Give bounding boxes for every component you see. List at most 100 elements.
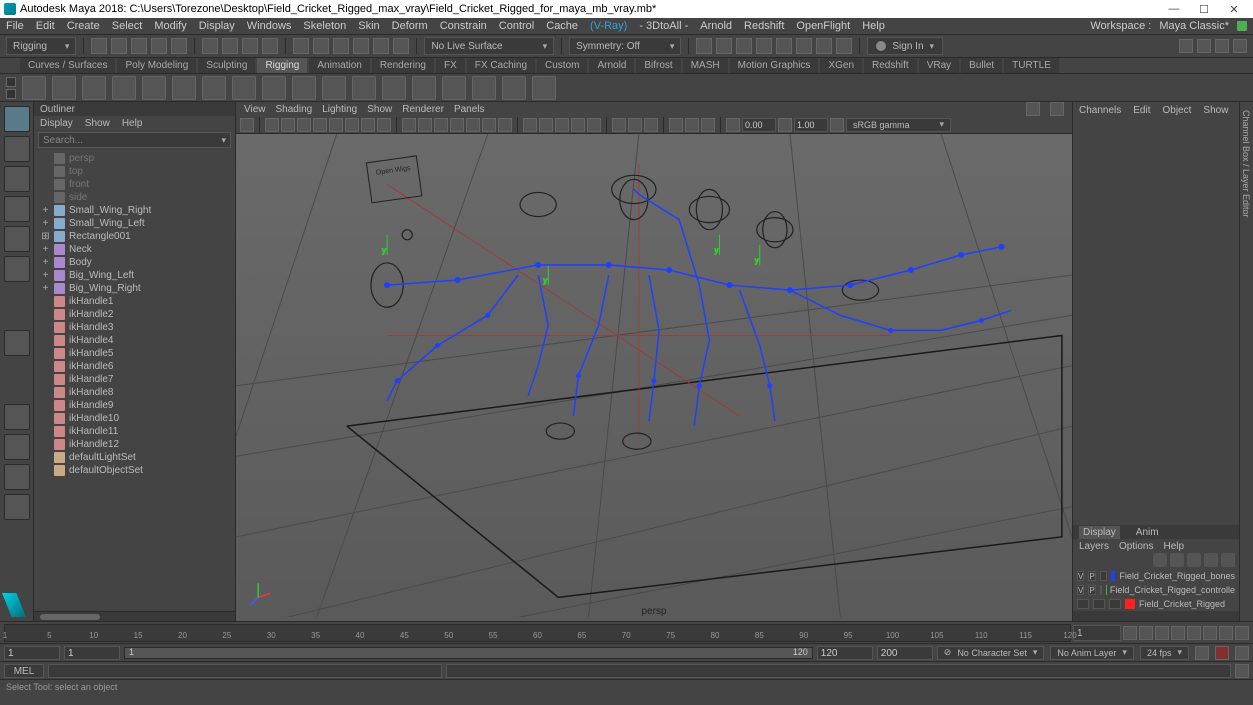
vp-tool-icon[interactable] <box>701 118 715 132</box>
vp-tool-icon[interactable] <box>402 118 416 132</box>
range-track[interactable]: 1 120 <box>124 647 813 659</box>
vp-tool-icon[interactable] <box>555 118 569 132</box>
layer-move-down-icon[interactable] <box>1187 553 1201 567</box>
layer-empty-icon[interactable] <box>1221 553 1235 567</box>
outliner-item[interactable]: persp <box>38 152 231 165</box>
close-button[interactable]: ✕ <box>1219 3 1249 16</box>
vp-tool-icon[interactable] <box>450 118 464 132</box>
script-editor-icon[interactable] <box>1235 664 1249 678</box>
vp-tool-icon[interactable] <box>830 118 844 132</box>
outliner-item[interactable]: ikHandle4 <box>38 334 231 347</box>
outliner-item[interactable]: defaultObjectSet <box>38 464 231 477</box>
menu-create[interactable]: Create <box>67 20 100 32</box>
vp-tool-icon[interactable] <box>669 118 683 132</box>
vp-menu-show[interactable]: Show <box>367 104 392 115</box>
shelf-item-icon[interactable] <box>262 76 286 100</box>
last-tool[interactable] <box>4 330 30 356</box>
layer-playback-toggle[interactable] <box>1093 599 1105 609</box>
vp-tool-icon[interactable] <box>345 118 359 132</box>
outliner-item[interactable]: ikHandle7 <box>38 373 231 386</box>
shelf-tab-motiongraphics[interactable]: Motion Graphics <box>730 58 819 73</box>
cmdline-input[interactable] <box>48 664 442 678</box>
layout-single-icon[interactable] <box>4 404 30 430</box>
outliner-item[interactable]: ikHandle3 <box>38 321 231 334</box>
layer-add-icon[interactable] <box>1204 553 1218 567</box>
vp-tool-icon[interactable] <box>418 118 432 132</box>
go-to-start-button[interactable] <box>1123 626 1137 640</box>
render-settings-icon[interactable] <box>776 38 792 54</box>
go-to-end-button[interactable] <box>1235 626 1249 640</box>
vp-tool-icon[interactable] <box>297 118 311 132</box>
vp-tool-icon[interactable] <box>685 118 699 132</box>
vp-tool-icon[interactable] <box>265 118 279 132</box>
layer-vis-toggle[interactable]: V <box>1077 571 1084 581</box>
loop-icon[interactable] <box>1195 646 1209 660</box>
shelf-joint-icon[interactable] <box>22 76 46 100</box>
outliner-item[interactable]: defaultLightSet <box>38 451 231 464</box>
layer-row[interactable]: VPField_Cricket_Rigged_controlle <box>1073 583 1239 597</box>
outliner-item[interactable]: ikHandle5 <box>38 347 231 360</box>
paint-select-tool[interactable] <box>4 166 30 192</box>
select-mode-component-icon[interactable] <box>222 38 238 54</box>
vp-exposure-input[interactable] <box>742 118 776 132</box>
outliner-item[interactable]: ⊞Rectangle001 <box>38 230 231 243</box>
shelf-item-icon[interactable] <box>532 76 556 100</box>
shelf-tab-fx[interactable]: FX <box>436 58 465 73</box>
shelf-item-icon[interactable] <box>322 76 346 100</box>
select-mode-object-icon[interactable] <box>202 38 218 54</box>
vp-tool-icon[interactable] <box>644 118 658 132</box>
shelf-item-icon[interactable] <box>172 76 196 100</box>
vp-tool-icon[interactable] <box>434 118 448 132</box>
outliner-item[interactable]: ikHandle6 <box>38 360 231 373</box>
vp-tool-icon[interactable] <box>466 118 480 132</box>
moduleset-dropdown[interactable]: Rigging <box>6 37 76 55</box>
symmetry-dropdown[interactable]: Symmetry: Off <box>569 37 681 55</box>
shelf-item-icon[interactable] <box>442 76 466 100</box>
snap-plane-icon[interactable] <box>353 38 369 54</box>
outliner-item[interactable]: +Neck <box>38 243 231 256</box>
toggle-tool-settings-icon[interactable] <box>1197 39 1211 53</box>
layer-menu-help[interactable]: Help <box>1163 541 1184 552</box>
outliner-item[interactable]: +Big_Wing_Right <box>38 282 231 295</box>
outliner-item[interactable]: ikHandle9 <box>38 399 231 412</box>
step-back-button[interactable] <box>1155 626 1169 640</box>
workspace-value[interactable]: Maya Classic* <box>1159 20 1229 32</box>
range-start-inner-input[interactable]: 1 <box>64 646 120 660</box>
lock-icon[interactable] <box>1237 21 1247 31</box>
layer-playback-toggle[interactable]: P <box>1088 585 1095 595</box>
shelf-item-icon[interactable] <box>412 76 436 100</box>
layer-move-up-icon[interactable] <box>1170 553 1184 567</box>
shelf-knob[interactable] <box>6 89 16 99</box>
menu-constrain[interactable]: Constrain <box>440 20 487 32</box>
menu-file[interactable]: File <box>6 20 24 32</box>
outliner-item[interactable]: ikHandle12 <box>38 438 231 451</box>
menu-cache[interactable]: Cache <box>546 20 578 32</box>
snap-toggle-icon[interactable] <box>393 38 409 54</box>
panel-layout-icon[interactable] <box>816 38 832 54</box>
shelf-tab-redshift[interactable]: Redshift <box>864 58 917 73</box>
vp-tool-icon[interactable] <box>240 118 254 132</box>
toggle-icon[interactable] <box>836 38 852 54</box>
shelf-tab-custom[interactable]: Custom <box>537 58 587 73</box>
menu-3dtoall[interactable]: - 3DtoAll - <box>639 20 688 32</box>
outliner-item[interactable]: front <box>38 178 231 191</box>
prefs-icon[interactable] <box>1235 646 1249 660</box>
shelf-tab-rigging[interactable]: Rigging <box>257 58 307 73</box>
redo-icon[interactable] <box>171 38 187 54</box>
minimize-button[interactable]: — <box>1159 3 1189 15</box>
layer-type-toggle[interactable] <box>1100 585 1102 595</box>
rotate-tool[interactable] <box>4 226 30 252</box>
outliner-menu-help[interactable]: Help <box>122 118 143 129</box>
vp-tool-icon[interactable] <box>587 118 601 132</box>
cmdline-lang-dropdown[interactable]: MEL <box>4 664 44 678</box>
outliner-item[interactable]: side <box>38 191 231 204</box>
toggle-modeling-toolkit-icon[interactable] <box>1233 39 1247 53</box>
select-mask-icon[interactable] <box>262 38 278 54</box>
shelf-tab-mash[interactable]: MASH <box>683 58 728 73</box>
outliner-menu-show[interactable]: Show <box>85 118 110 129</box>
scale-tool[interactable] <box>4 256 30 282</box>
select-tool[interactable] <box>4 106 30 132</box>
range-end-inner-input[interactable]: 120 <box>817 646 873 660</box>
outliner-item[interactable]: top <box>38 165 231 178</box>
shelf-knob[interactable] <box>6 77 16 87</box>
